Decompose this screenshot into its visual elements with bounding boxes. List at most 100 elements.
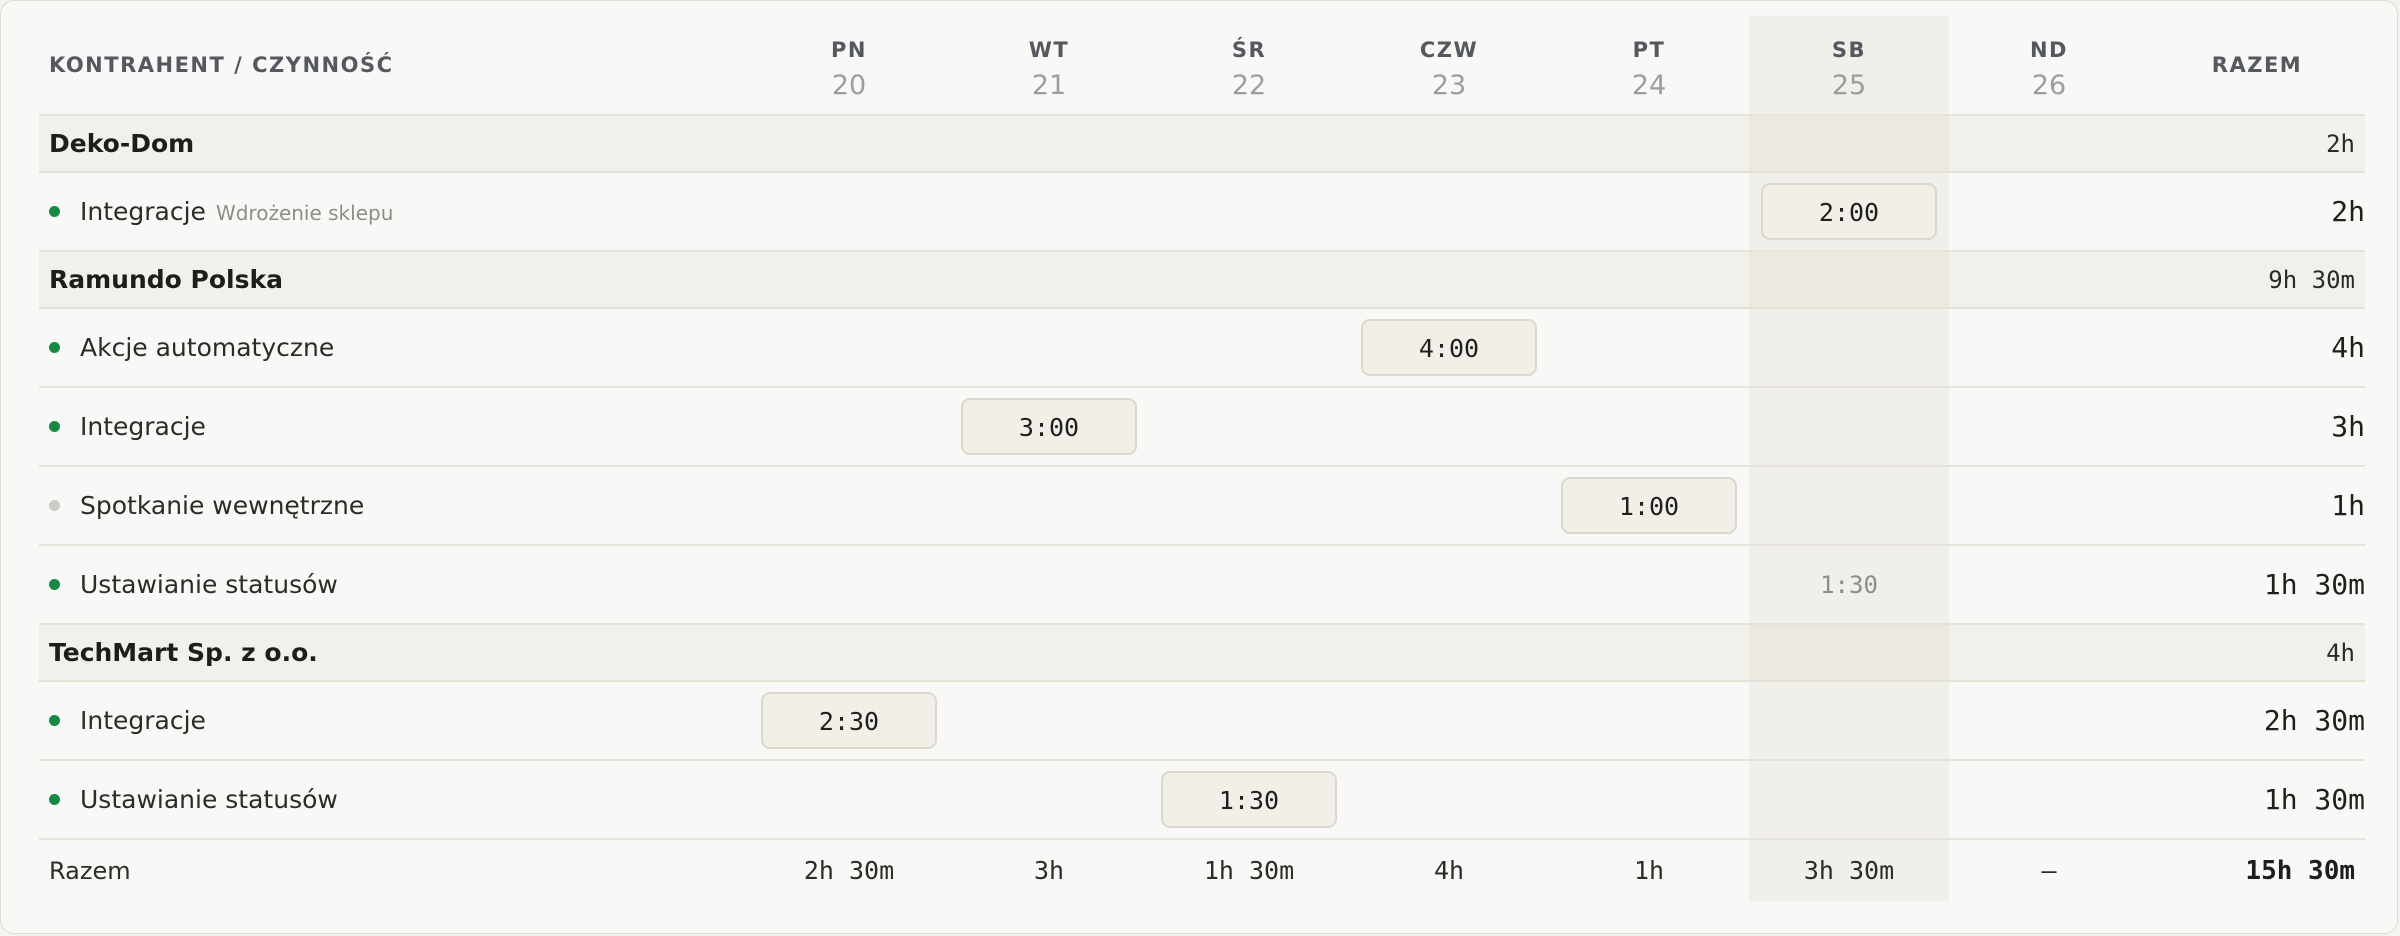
weekend-cell <box>1749 251 1949 309</box>
column-header-mon[interactable]: PN 20 <box>749 16 949 116</box>
time-cell[interactable]: 1:00 <box>1549 466 1749 546</box>
activity-cell: Akcje automatyczne <box>39 308 749 388</box>
column-header-wed[interactable]: ŚR 22 <box>1149 16 1349 116</box>
contractor-total: 9h 30m <box>2149 251 2365 309</box>
activity-row[interactable]: Ustawianie statusów 1:30 1h 30m <box>39 545 2365 625</box>
group-spacer <box>1949 624 2149 682</box>
activity-row[interactable]: Integracje Wdrożenie sklepu 2:00 2h <box>39 172 2365 252</box>
day-total: 4h <box>1433 856 1465 885</box>
activity-name: Akcje automatyczne <box>80 333 335 362</box>
time-cell[interactable]: 1:30 <box>1749 545 1949 625</box>
time-entry-chip[interactable]: 4:00 <box>1361 319 1537 376</box>
contractor-group-row[interactable]: TechMart Sp. z o.o. 4h <box>39 624 2365 682</box>
time-cell[interactable] <box>1749 387 1949 467</box>
time-cell[interactable]: 1:30 <box>1149 760 1349 840</box>
contractor-name: TechMart Sp. z o.o. <box>39 624 1749 682</box>
time-cell[interactable]: 2:00 <box>1749 172 1949 252</box>
time-cell[interactable] <box>1949 545 2149 625</box>
totals-row: Razem 2h 30m 3h 1h 30m 4h 1h 3h 30m – 15… <box>39 839 2365 901</box>
time-cell[interactable] <box>1749 466 1949 546</box>
time-cell[interactable] <box>1549 172 1749 252</box>
activity-row[interactable]: Akcje automatyczne 4:00 4h <box>39 308 2365 388</box>
time-cell[interactable] <box>1949 681 2149 761</box>
day-number: 22 <box>1231 69 1267 101</box>
time-cell[interactable] <box>1949 308 2149 388</box>
time-cell[interactable]: 2:30 <box>749 681 949 761</box>
time-cell[interactable] <box>1149 466 1349 546</box>
status-dot-icon <box>49 341 60 353</box>
time-cell[interactable] <box>1549 387 1749 467</box>
day-name: PN <box>831 37 867 62</box>
column-header-sat[interactable]: SB 25 <box>1749 16 1949 116</box>
time-cell[interactable] <box>1149 308 1349 388</box>
day-total: 3h <box>1033 856 1065 885</box>
time-cell[interactable] <box>1949 387 2149 467</box>
activity-row[interactable]: Spotkanie wewnętrzne 1:00 1h <box>39 466 2365 546</box>
column-header-sun[interactable]: ND 26 <box>1949 16 2149 116</box>
time-cell[interactable] <box>749 308 949 388</box>
contractor-group-row[interactable]: Ramundo Polska 9h 30m <box>39 251 2365 309</box>
time-cell[interactable] <box>749 545 949 625</box>
time-cell[interactable] <box>1549 308 1749 388</box>
activity-cell: Spotkanie wewnętrzne <box>39 466 749 546</box>
time-entry-readonly: 1:30 <box>1820 570 1878 599</box>
activity-cell: Ustawianie statusów <box>39 760 749 840</box>
time-cell[interactable] <box>1749 308 1949 388</box>
time-cell[interactable] <box>1149 545 1349 625</box>
time-cell[interactable] <box>1749 760 1949 840</box>
time-cell[interactable] <box>1949 466 2149 546</box>
weekend-cell <box>1749 624 1949 682</box>
group-spacer <box>1949 115 2149 173</box>
time-cell[interactable] <box>1149 387 1349 467</box>
time-cell[interactable]: 3:00 <box>949 387 1149 467</box>
time-cell[interactable] <box>1949 172 2149 252</box>
time-cell[interactable] <box>1349 545 1549 625</box>
time-cell[interactable] <box>749 172 949 252</box>
day-number: 25 <box>1831 69 1867 101</box>
time-entry-chip[interactable]: 3:00 <box>961 398 1137 455</box>
activity-row[interactable]: Ustawianie statusów 1:30 1h 30m <box>39 760 2365 840</box>
time-cell[interactable] <box>1349 172 1549 252</box>
activity-cell: Ustawianie statusów <box>39 545 749 625</box>
activity-total: 3h <box>2149 387 2365 467</box>
time-entry-chip[interactable]: 1:00 <box>1561 477 1737 534</box>
time-cell[interactable]: 4:00 <box>1349 308 1549 388</box>
time-cell[interactable] <box>1149 172 1349 252</box>
time-cell[interactable] <box>749 387 949 467</box>
activity-row[interactable]: Integracje 2:30 2h 30m <box>39 681 2365 761</box>
time-entry-chip[interactable]: 1:30 <box>1161 771 1337 828</box>
time-cell[interactable] <box>949 681 1149 761</box>
status-dot-icon <box>49 205 60 217</box>
time-cell[interactable] <box>1349 466 1549 546</box>
contractor-name: Ramundo Polska <box>39 251 1749 309</box>
time-cell[interactable] <box>949 308 1149 388</box>
weekend-cell <box>1749 115 1949 173</box>
time-cell[interactable] <box>1349 681 1549 761</box>
column-header-tue[interactable]: WT 21 <box>949 16 1149 116</box>
day-total: 1h <box>1633 856 1665 885</box>
time-cell[interactable] <box>1549 760 1749 840</box>
time-cell[interactable] <box>1149 681 1349 761</box>
time-cell[interactable] <box>1349 387 1549 467</box>
column-header-fri[interactable]: PT 24 <box>1549 16 1749 116</box>
time-cell[interactable] <box>1749 681 1949 761</box>
time-cell[interactable] <box>949 466 1149 546</box>
time-cell[interactable] <box>1549 681 1749 761</box>
time-cell[interactable] <box>749 760 949 840</box>
time-entry-chip[interactable]: 2:00 <box>1761 183 1937 240</box>
time-cell[interactable] <box>949 172 1149 252</box>
contractor-group-row[interactable]: Deko-Dom 2h <box>39 115 2365 173</box>
time-cell[interactable] <box>949 545 1149 625</box>
time-cell[interactable] <box>1949 760 2149 840</box>
time-entry-chip[interactable]: 2:30 <box>761 692 937 749</box>
time-cell[interactable] <box>949 760 1149 840</box>
activity-name: Ustawianie statusów <box>80 570 338 599</box>
activity-row[interactable]: Integracje 3:00 3h <box>39 387 2365 467</box>
status-dot-icon <box>49 420 60 432</box>
time-cell[interactable] <box>1549 545 1749 625</box>
column-header-thu[interactable]: CZW 23 <box>1349 16 1549 116</box>
day-name: ŚR <box>1231 37 1267 62</box>
time-cell[interactable] <box>749 466 949 546</box>
day-name: WT <box>1028 37 1070 62</box>
time-cell[interactable] <box>1349 760 1549 840</box>
